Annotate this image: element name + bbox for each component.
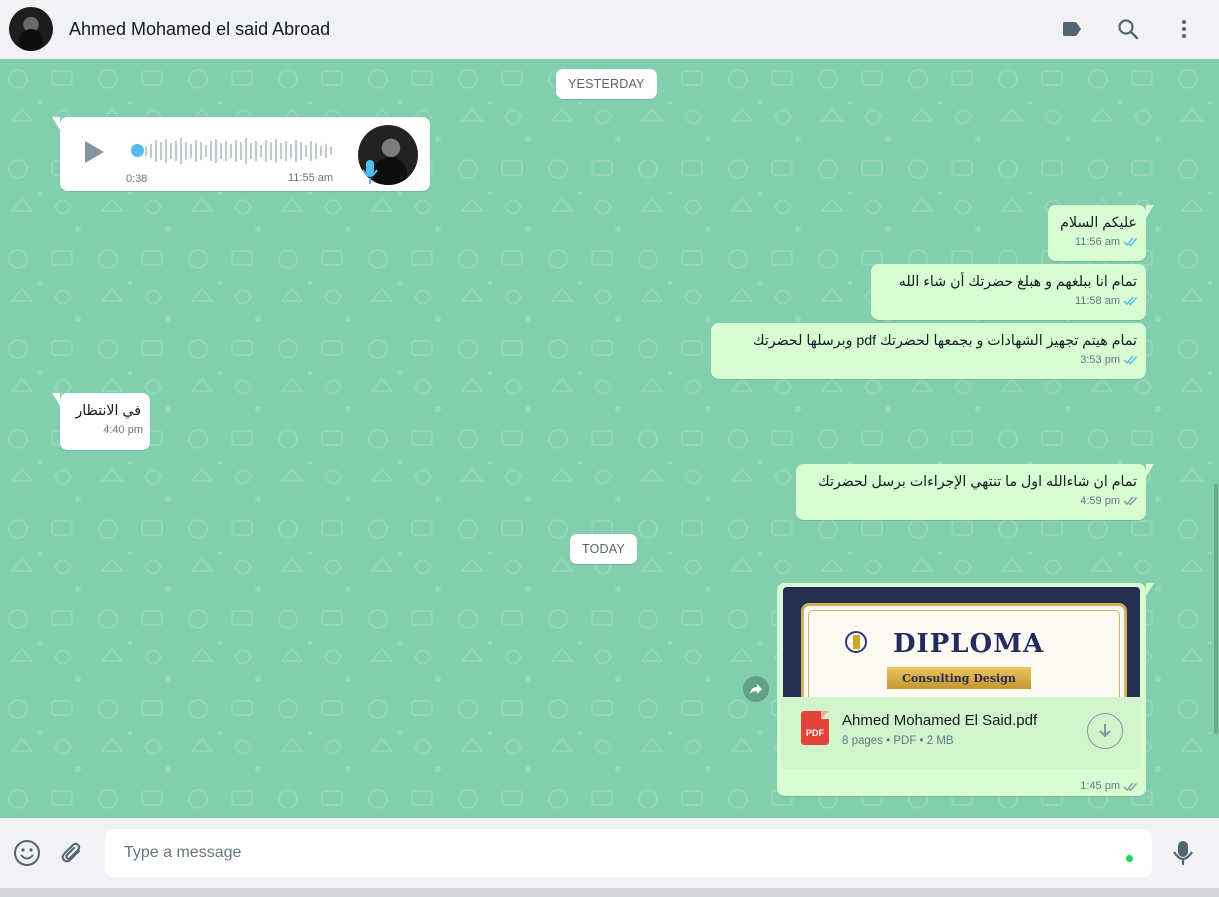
delivered-receipt-icon xyxy=(1123,782,1138,792)
forward-icon[interactable] xyxy=(743,676,769,702)
contact-name[interactable]: Ahmed Mohamed el said Abroad xyxy=(69,19,330,40)
download-icon[interactable] xyxy=(1087,713,1123,749)
file-info-panel[interactable]: PDF Ahmed Mohamed El Said.pdf 8 pages • … xyxy=(781,697,1142,769)
message-time: 4:40 pm xyxy=(103,423,143,436)
status-dot xyxy=(1126,855,1133,862)
scrollbar-thumb[interactable] xyxy=(1214,484,1218,734)
message-meta: 4:59 pm xyxy=(796,492,1146,514)
message-input-container[interactable] xyxy=(105,829,1152,877)
date-divider-today: TODAY xyxy=(570,534,637,564)
document-message[interactable]: DIPLOMA Consulting Design PDF Ahmed Moha… xyxy=(777,583,1154,796)
pdf-file-icon: PDF xyxy=(801,711,829,745)
message-time: 11:56 am xyxy=(1074,235,1120,248)
message-time: 3:53 pm xyxy=(1080,353,1120,366)
message-meta: 3:53 pm xyxy=(711,351,1146,373)
message-time: 1:45 pm xyxy=(1080,780,1120,792)
waveform[interactable] xyxy=(144,137,334,165)
voice-duration: 0:38 xyxy=(126,173,148,185)
message-meta: 11:58 am xyxy=(871,292,1146,314)
message-time: 4:59 pm xyxy=(1080,494,1120,507)
chat-panel[interactable]: YESTERDAY 0:38 11:55 am عليكم السلام 11:… xyxy=(0,59,1219,818)
diploma-ribbon: Consulting Design xyxy=(887,667,1031,689)
message-text: تمام انا ببلغهم و هبلغ حضرتك أن شاء الله xyxy=(898,274,1137,290)
header-actions xyxy=(1055,12,1201,46)
read-receipt-icon xyxy=(1123,237,1138,247)
message-meta: 4:40 pm xyxy=(60,421,150,443)
microphone-icon xyxy=(362,159,378,189)
message-text: تمام ان شاءالله اول ما تنتهي الإجراءات ب… xyxy=(818,474,1137,490)
message-time: 11:58 am xyxy=(1074,294,1120,307)
composer-bar xyxy=(0,818,1219,888)
voice-message: 0:38 11:55 am xyxy=(52,117,430,191)
message-meta: 11:56 am xyxy=(1048,233,1146,255)
chat-header: Ahmed Mohamed el said Abroad xyxy=(0,0,1219,59)
file-name: Ahmed Mohamed El Said.pdf xyxy=(842,712,1038,729)
incoming-message[interactable]: في الانتظار 4:40 pm xyxy=(52,393,150,450)
message-text: عليكم السلام xyxy=(1060,215,1137,231)
message-input[interactable] xyxy=(105,829,1152,877)
outgoing-message[interactable]: تمام انا ببلغهم و هبلغ حضرتك أن شاء الله… xyxy=(871,264,1146,320)
contact-avatar[interactable] xyxy=(9,7,53,51)
message-text: تمام هيتم تجهيز الشهادات و بجمعها لحضرتك… xyxy=(752,333,1137,349)
playback-position-dot[interactable] xyxy=(131,144,144,157)
outgoing-message[interactable]: تمام هيتم تجهيز الشهادات و بجمعها لحضرتك… xyxy=(711,323,1146,379)
menu-icon[interactable] xyxy=(1167,12,1201,46)
scrollbar[interactable] xyxy=(1213,59,1219,818)
emoji-icon[interactable] xyxy=(13,839,41,867)
message-time: 11:55 am xyxy=(288,172,334,184)
read-receipt-icon xyxy=(1123,355,1138,365)
search-icon[interactable] xyxy=(1111,12,1145,46)
message-text: في الانتظار xyxy=(75,403,141,419)
read-receipt-icon xyxy=(1123,296,1138,306)
outgoing-message[interactable]: تمام ان شاءالله اول ما تنتهي الإجراءات ب… xyxy=(796,464,1154,520)
microphone-icon[interactable] xyxy=(1169,839,1197,867)
date-divider-yesterday: YESTERDAY xyxy=(556,69,657,99)
diploma-title: DIPLOMA xyxy=(893,629,1045,659)
document-preview[interactable]: DIPLOMA Consulting Design xyxy=(783,587,1140,697)
message-meta: 1:45 pm xyxy=(1080,780,1139,792)
play-icon[interactable] xyxy=(82,139,106,169)
outgoing-message[interactable]: عليكم السلام 11:56 am xyxy=(1048,205,1154,261)
window-bottom-edge xyxy=(0,888,1219,897)
attach-icon[interactable] xyxy=(58,839,86,867)
diploma-logo xyxy=(845,631,867,653)
delivered-receipt-icon xyxy=(1123,496,1138,506)
file-meta: 8 pages • PDF • 2 MB xyxy=(842,735,954,747)
label-icon[interactable] xyxy=(1055,12,1089,46)
